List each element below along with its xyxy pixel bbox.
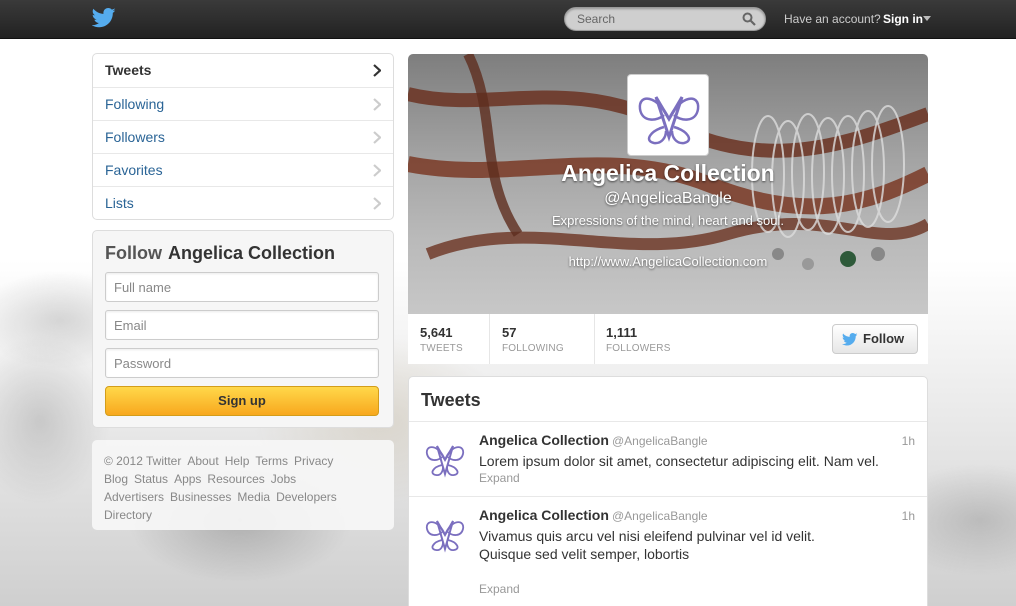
footer-link-privacy[interactable]: Privacy <box>294 454 333 468</box>
nav-item-tweets[interactable]: Tweets <box>93 54 393 87</box>
tweet-item[interactable]: Angelica Collection @AngelicaBangle 1h L… <box>409 422 927 497</box>
stat-tweets[interactable]: 5,641 TWEETS <box>408 314 490 364</box>
tweet-avatar-logo-icon[interactable] <box>421 434 469 482</box>
stat-following[interactable]: 57 FOLLOWING <box>490 314 595 364</box>
footer-link-businesses[interactable]: Businesses <box>170 490 231 504</box>
footer-link-jobs[interactable]: Jobs <box>271 472 296 486</box>
profile-url-link[interactable]: http://www.AngelicaCollection.com <box>408 254 928 269</box>
chevron-right-icon <box>373 131 381 144</box>
tweet-text-line: Vivamus quis arcu vel nisi eleifend pulv… <box>479 528 815 544</box>
nav-item-label: Tweets <box>105 62 152 78</box>
tweet-text-line: Lorem ipsum dolor sit amet, consectetur … <box>479 453 879 469</box>
stat-followers[interactable]: 1,111 FOLLOWERS <box>594 314 704 364</box>
profile-stats: 5,641 TWEETS 57 FOLLOWING 1,111 FOLLOWER… <box>408 314 928 364</box>
sign-up-button[interactable]: Sign up <box>105 386 379 416</box>
footer-link-media[interactable]: Media <box>237 490 270 504</box>
footer-link-blog[interactable]: Blog <box>104 472 128 486</box>
profile-card: Angelica Collection @AngelicaBangle Expr… <box>408 54 928 364</box>
email-input[interactable] <box>106 311 378 339</box>
have-account-text: Have an account? <box>784 12 881 26</box>
follow-title: Follow Angelica Collection <box>105 243 335 264</box>
footer-link-advertisers[interactable]: Advertisers <box>104 490 164 504</box>
stat-number: 57 <box>502 325 517 340</box>
search-box <box>564 7 766 31</box>
email-field <box>105 310 379 340</box>
tweet-expand-link[interactable]: Expand <box>479 582 520 596</box>
sign-in-link[interactable]: Sign in <box>883 12 923 26</box>
tweet-avatar-logo-icon[interactable] <box>421 509 469 557</box>
search-input[interactable] <box>577 11 737 27</box>
tweet-text: Vivamus quis arcu vel nisi eleifend pulv… <box>479 527 909 563</box>
twitter-bird-icon <box>842 333 858 346</box>
tweet-author-handle[interactable]: @AngelicaBangle <box>612 434 708 448</box>
tweet-expand-link[interactable]: Expand <box>479 471 520 485</box>
nav-item-label: Favorites <box>105 162 163 178</box>
footer-link-developers[interactable]: Developers <box>276 490 337 504</box>
nav-item-following[interactable]: Following <box>93 87 393 120</box>
stat-label: FOLLOWERS <box>606 343 671 354</box>
tweets-panel: Tweets Angelica Collection @AngelicaBang… <box>408 376 928 606</box>
stat-label: FOLLOWING <box>502 343 564 354</box>
tweet-timestamp[interactable]: 1h <box>902 434 915 448</box>
stat-number: 5,641 <box>420 325 453 340</box>
footer-link-terms[interactable]: Terms <box>255 454 288 468</box>
chevron-right-icon <box>373 197 381 210</box>
nav-item-lists[interactable]: Lists <box>93 186 393 219</box>
password-input[interactable] <box>106 349 378 377</box>
angelica-logo-icon <box>638 96 700 145</box>
tweet-text: Lorem ipsum dolor sit amet, consectetur … <box>479 452 909 470</box>
follow-account-name: Angelica Collection <box>168 243 336 263</box>
follow-button-label: Follow <box>863 331 905 346</box>
profile-handle: @AngelicaBangle <box>604 190 732 207</box>
stat-label: TWEETS <box>420 343 463 354</box>
password-field <box>105 348 379 378</box>
search-icon[interactable] <box>742 12 756 26</box>
twitter-logo-icon[interactable] <box>92 8 116 28</box>
chevron-right-icon <box>373 164 381 177</box>
footer-link-apps[interactable]: Apps <box>174 472 201 486</box>
nav-item-followers[interactable]: Followers <box>93 120 393 153</box>
tweets-heading: Tweets <box>409 377 927 422</box>
nav-item-favorites[interactable]: Favorites <box>93 153 393 186</box>
footer-link-about[interactable]: About <box>187 454 218 468</box>
tweet-timestamp[interactable]: 1h <box>902 509 915 523</box>
signup-box: Follow Angelica Collection Sign up <box>92 230 394 428</box>
tweet-author-handle[interactable]: @AngelicaBangle <box>612 509 708 523</box>
follow-word: Follow <box>105 243 162 263</box>
footer-copyright: © 2012 Twitter <box>104 454 182 468</box>
full-name-field <box>105 272 379 302</box>
stat-number: 1,111 <box>606 325 638 340</box>
footer-link-help[interactable]: Help <box>225 454 250 468</box>
tweet-item[interactable]: Angelica Collection @AngelicaBangle 1h V… <box>409 497 927 606</box>
caret-down-icon[interactable] <box>923 16 931 21</box>
chevron-right-icon <box>373 98 381 111</box>
follow-button[interactable]: Follow <box>832 324 918 354</box>
full-name-input[interactable] <box>106 273 378 301</box>
tweet-author-name[interactable]: Angelica Collection <box>479 432 609 448</box>
profile-nav: Tweets Following Followers Favorites Lis… <box>92 53 394 220</box>
footer-link-directory[interactable]: Directory <box>104 508 152 522</box>
profile-name: Angelica Collection <box>561 160 775 186</box>
profile-avatar[interactable] <box>627 74 709 156</box>
profile-bio: Expressions of the mind, heart and soul. <box>552 213 784 228</box>
nav-item-label: Followers <box>105 129 165 145</box>
tweet-text-line: Quisque sed velit semper, lobortis <box>479 546 690 562</box>
nav-item-label: Following <box>105 96 165 112</box>
footer-link-resources[interactable]: Resources <box>207 472 264 486</box>
nav-item-label: Lists <box>105 195 134 211</box>
top-bar: Have an account? Sign in <box>0 0 1016 39</box>
footer-link-status[interactable]: Status <box>134 472 168 486</box>
tweet-author-name[interactable]: Angelica Collection <box>479 507 609 523</box>
footer-links: © 2012 Twitter About Help Terms Privacy Blog… <box>92 440 394 530</box>
chevron-right-icon <box>373 64 381 77</box>
